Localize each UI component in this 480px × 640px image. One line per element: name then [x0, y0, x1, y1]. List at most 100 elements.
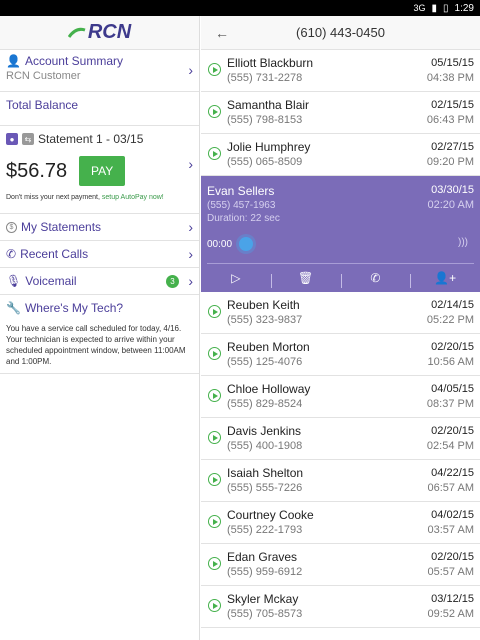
voicemail-time: 10:56 AM [427, 356, 474, 368]
play-icon[interactable] [208, 599, 221, 612]
active-time: 02:20 AM [427, 199, 474, 211]
caller-phone: (555) 829-8524 [227, 398, 303, 410]
voicemail-row[interactable]: Davis Jenkins (555) 400-1908 02/20/15 02:54… [201, 418, 480, 460]
caller-phone: (555) 705-8573 [227, 608, 303, 620]
caller-name: Skyler Mckay [227, 592, 299, 606]
active-duration: Duration: 22 sec [207, 213, 280, 224]
play-icon[interactable] [208, 147, 221, 160]
play-icon[interactable] [208, 305, 221, 318]
voicemail-list-bottom: Reuben Keith (555) 323-9837 02/14/15 05:22 … [201, 292, 480, 628]
play-icon[interactable]: ▷ [201, 271, 271, 285]
caller-name: Courtney Cooke [227, 508, 314, 522]
play-icon[interactable] [208, 557, 221, 570]
chevron-right-icon: › [188, 273, 193, 289]
autopay-note: Don't miss your next payment, setup Auto… [6, 194, 164, 201]
logo-bar: RCN [0, 16, 199, 50]
statement-card[interactable]: ● ⇆ Statement 1 - 03/15 $56.78 PAY › Don… [0, 126, 199, 214]
voicemail-row[interactable]: Skyler Mckay (555) 705-8573 03/12/15 09:52 … [201, 586, 480, 628]
voicemail-date: 04/05/15 [431, 383, 474, 395]
caller-name: Reuben Keith [227, 298, 300, 312]
voicemail-row[interactable]: Reuben Morton (555) 125-4076 02/20/15 10:56… [201, 334, 480, 376]
voicemail-date: 03/12/15 [431, 593, 474, 605]
play-icon[interactable] [208, 63, 221, 76]
voicemail-date: 04/22/15 [431, 467, 474, 479]
voicemail-time: 06:57 AM [427, 482, 474, 494]
voicemail-date: 02/20/15 [431, 341, 474, 353]
play-icon[interactable] [208, 515, 221, 528]
active-name: Evan Sellers [207, 184, 275, 198]
voicemail-row[interactable]: Elliott Blackburn (555) 731-2278 05/15/15 0… [201, 50, 480, 92]
call-icon[interactable]: ✆ [340, 271, 411, 288]
voicemail-list-top: Elliott Blackburn (555) 731-2278 05/15/15 0… [201, 50, 480, 176]
voicemail-date: 02/20/15 [431, 425, 474, 437]
caller-name: Davis Jenkins [227, 424, 302, 438]
person-icon: 👤 [6, 54, 21, 68]
voicemail-time: 09:20 PM [426, 156, 474, 168]
account-summary-row[interactable]: 👤 Account Summary RCN Customer › [0, 50, 199, 92]
play-icon[interactable] [208, 105, 221, 118]
voicemail-row[interactable]: Edan Graves (555) 959-6912 02/20/15 05:57 A… [201, 544, 480, 586]
voicemail-active[interactable]: Evan Sellers (555) 457-1963 Duration: 22… [201, 176, 480, 292]
play-icon[interactable] [208, 431, 221, 444]
voicemail-date: 04/02/15 [431, 509, 474, 521]
caller-name: Jolie Humphrey [227, 140, 311, 154]
voicemail-row[interactable]: Jolie Humphrey (555) 065-8509 02/27/15 09:2… [201, 134, 480, 176]
play-icon[interactable] [208, 473, 221, 486]
voicemail-time: 09:52 AM [427, 608, 474, 620]
caller-name: Elliott Blackburn [227, 56, 314, 70]
voicemail-row[interactable]: Isaiah Shelton (555) 555-7226 04/22/15 06:5… [201, 460, 480, 502]
account-panel: RCN 👤 Account Summary RCN Customer › Tota… [0, 16, 200, 640]
voicemail-row[interactable]: Courtney Cooke (555) 222-1793 04/02/15 03:5… [201, 502, 480, 544]
signal-bars-icon: ▮ [431, 2, 438, 14]
voicemail-row[interactable]: Chloe Holloway (555) 829-8524 04/05/15 08:3… [201, 376, 480, 418]
status-time: 1:29 [454, 2, 474, 14]
balance-amount: $56.78 [6, 159, 68, 182]
caller-name: Chloe Holloway [227, 382, 311, 396]
setup-autopay-link[interactable]: setup AutoPay now! [102, 194, 164, 201]
active-phone: (555) 457-1963 [207, 200, 276, 211]
caller-name: Edan Graves [227, 550, 298, 564]
elapsed-time: 00:00 [207, 239, 233, 250]
caller-phone: (555) 959-6912 [227, 566, 303, 578]
voicemail-row[interactable]: Reuben Keith (555) 323-9837 02/14/15 05:22 … [201, 292, 480, 334]
dollar-icon: $ [6, 221, 17, 233]
chevron-right-icon: › [188, 156, 193, 172]
tech-section: 🔧 Where's My Tech? You have a service cal… [0, 295, 199, 374]
phone-icon: ✆ [6, 247, 17, 261]
speaker-icon[interactable]: ))) [458, 237, 468, 248]
voicemail-time: 08:37 PM [426, 398, 474, 410]
voicemail-panel: ← (610) 443-0450 Elliott Blackburn (555) … [201, 16, 480, 640]
play-icon[interactable] [208, 347, 221, 360]
caller-phone: (555) 065-8509 [227, 156, 303, 168]
trash-icon[interactable]: 🗑 [270, 271, 341, 288]
caller-phone: (555) 222-1793 [227, 524, 303, 536]
active-date: 03/30/15 [431, 184, 474, 196]
tech-title: Where's My Tech? [24, 301, 124, 315]
add-contact-icon[interactable]: 👤+ [410, 271, 480, 288]
caller-phone: (555) 731-2278 [227, 72, 303, 84]
voicemail-actions: ▷ 🗑 ✆ 👤+ [201, 268, 480, 288]
voicemail-time: 02:54 PM [426, 440, 474, 452]
total-balance-label: Total Balance [0, 92, 199, 126]
nav-my-statements[interactable]: $ My Statements › [0, 214, 199, 241]
voicemail-header: ← (610) 443-0450 [201, 16, 480, 50]
caller-name: Samantha Blair [227, 98, 310, 112]
voicemail-date: 02/15/15 [431, 99, 474, 111]
pay-button[interactable]: PAY [79, 156, 126, 186]
voicemail-date: 02/14/15 [431, 299, 474, 311]
voicemail-time: 04:38 PM [426, 72, 474, 84]
caller-phone: (555) 400-1908 [227, 440, 303, 452]
nav-voicemail[interactable]: 🎙 Voicemail 3 › [0, 268, 199, 295]
account-summary-subtitle: RCN Customer [6, 70, 81, 82]
playback-slider-handle[interactable] [239, 237, 253, 251]
status-bar: 3G ▮ ▯ 1:29 [0, 0, 480, 16]
caller-phone: (555) 125-4076 [227, 356, 303, 368]
play-icon[interactable] [208, 389, 221, 402]
back-arrow-icon[interactable]: ← [215, 25, 229, 41]
voicemail-time: 05:57 AM [427, 566, 474, 578]
nav-recent-calls[interactable]: ✆ Recent Calls › [0, 241, 199, 268]
signal-indicator: 3G [413, 3, 426, 13]
caller-name: Isaiah Shelton [227, 466, 304, 480]
voicemail-row[interactable]: Samantha Blair (555) 798-8153 02/15/15 06:4… [201, 92, 480, 134]
wrench-icon: 🔧 [6, 301, 21, 315]
